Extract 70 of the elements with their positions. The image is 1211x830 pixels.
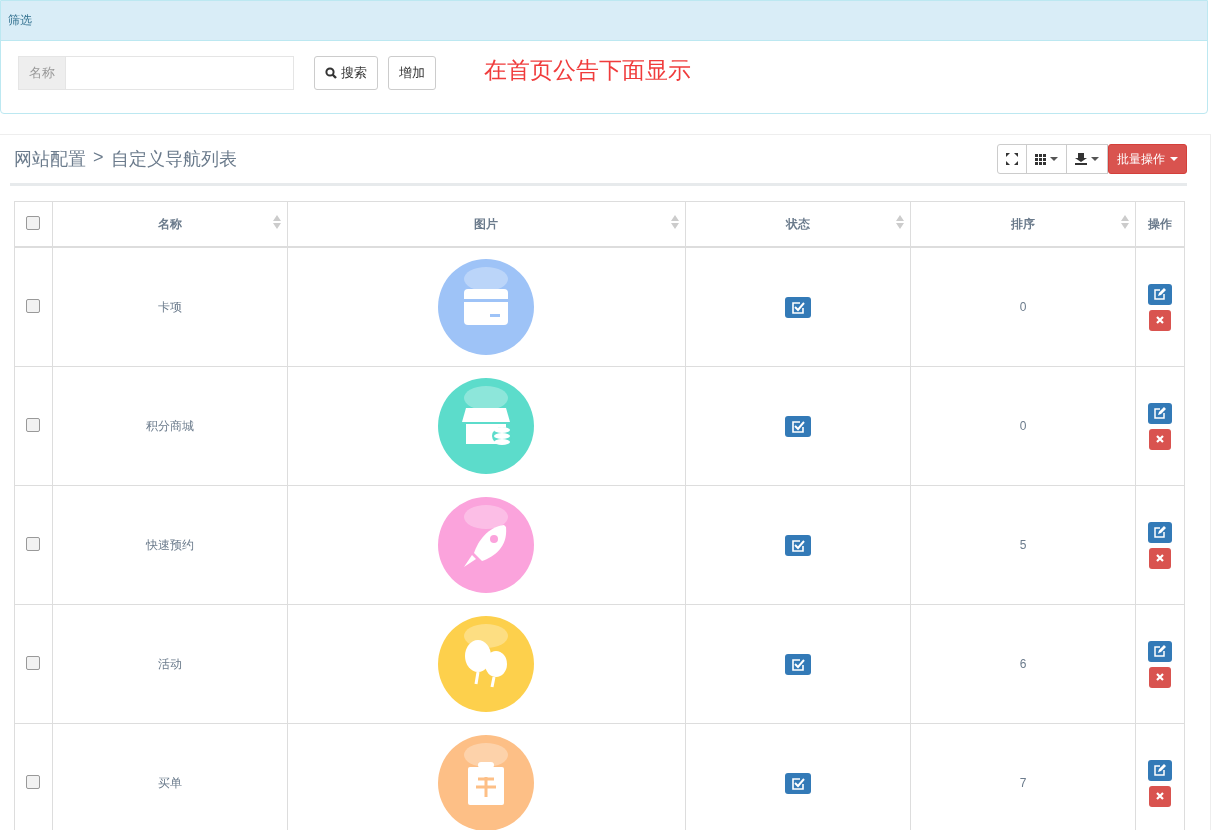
status-toggle[interactable] [784,415,811,437]
status-toggle[interactable] [784,772,811,794]
row-checkbox[interactable] [26,536,41,551]
columns-button[interactable] [1026,144,1067,174]
close-icon [1156,792,1165,800]
breadcrumb-item: 自定义导航列表 [110,148,237,171]
row-checkbox[interactable] [26,655,41,670]
edit-icon [1154,288,1167,300]
search-icon [325,67,337,79]
table-cell: 5 [1019,538,1027,552]
delete-button[interactable] [1149,666,1172,688]
column-header[interactable]: 排序 [1011,216,1036,231]
edit-button[interactable] [1148,640,1173,662]
table-cell: 快速预约 [145,537,194,552]
table-cell: 7 [1019,776,1027,790]
checkbox-checked-icon [790,300,805,314]
edit-button[interactable] [1148,521,1173,543]
export-button[interactable] [1066,144,1108,174]
checkbox-checked-icon [790,538,805,552]
add-button[interactable]: 增加 [388,56,436,90]
breadcrumb-item: > [93,147,104,169]
edit-button[interactable] [1148,402,1173,424]
delete-button[interactable] [1149,547,1172,569]
expand-icon [1006,153,1018,165]
edit-icon [1154,526,1167,538]
column-header[interactable]: 名称 [157,216,182,231]
table-cell: 买单 [157,775,182,790]
notice-text: 在首页公告下面显示 [484,56,691,85]
breadcrumb-item: 网站配置 [14,148,86,171]
search-button[interactable]: 搜索 [314,56,378,90]
grid-icon [1035,153,1046,165]
edit-icon [1154,645,1167,657]
close-icon [1156,435,1165,443]
delete-button[interactable] [1149,428,1172,450]
row-checkbox[interactable] [26,417,41,432]
fullscreen-button[interactable] [997,144,1027,174]
checkbox-checked-icon [790,776,805,790]
edit-button[interactable] [1148,283,1173,305]
download-icon [1075,153,1087,165]
status-toggle[interactable] [784,534,811,556]
status-toggle[interactable] [784,296,811,318]
select-all-checkbox[interactable] [26,215,41,230]
table-cell: 活动 [157,656,182,671]
edit-icon [1154,407,1167,419]
table-cell: 卡项 [157,299,182,314]
row-checkbox[interactable] [26,298,41,313]
checkbox-checked-icon [790,419,805,433]
delete-button[interactable] [1149,785,1172,807]
table-cell: 0 [1019,419,1027,433]
table-cell: 积分商城 [145,418,194,433]
table-cell: 6 [1019,657,1027,671]
checkbox-checked-icon [790,657,805,671]
close-icon [1156,316,1165,324]
edit-button[interactable] [1148,759,1173,781]
close-icon [1156,554,1165,562]
close-icon [1156,673,1165,681]
column-header[interactable]: 图片 [474,216,499,231]
caret-icon [1091,157,1099,161]
column-header[interactable]: 操作 [1148,216,1173,231]
edit-icon [1154,764,1167,776]
row-checkbox[interactable] [26,774,41,789]
name-field[interactable]: 名称 [18,56,294,90]
panel-title: 筛选 [8,12,32,29]
batch-actions-button[interactable]: 批量操作 [1108,144,1187,174]
caret-icon [1170,157,1178,161]
caret-icon [1050,157,1058,161]
delete-button[interactable] [1149,309,1172,331]
status-toggle[interactable] [784,653,811,675]
column-header[interactable]: 状态 [785,216,810,231]
table-cell: 0 [1019,300,1027,314]
